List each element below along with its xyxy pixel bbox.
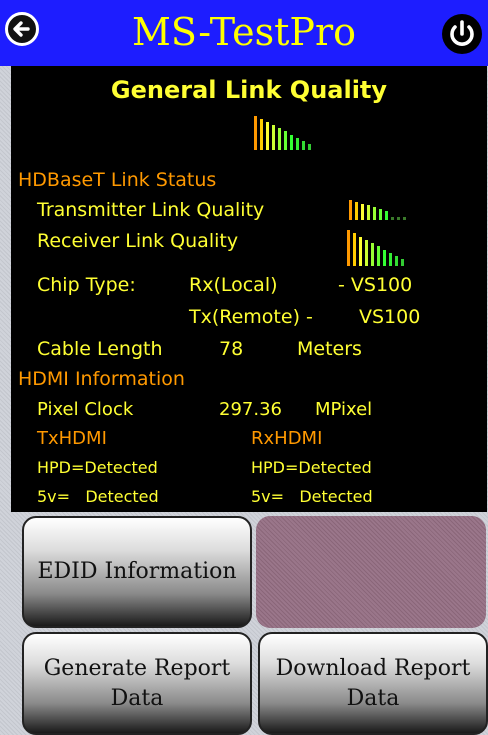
general-link-quality-meter — [254, 114, 354, 150]
tx-hpd-status: HPD=Detected — [37, 458, 158, 477]
status-panel: General Link Quality HDBaseT Link Status… — [11, 66, 487, 512]
chip-type-label: Chip Type: — [37, 274, 136, 296]
signal-bar — [365, 239, 368, 266]
signal-bar — [260, 119, 263, 150]
app-title: MS-TestPro — [131, 10, 357, 54]
signal-bar — [353, 233, 356, 266]
cable-length-label: Cable Length — [37, 338, 163, 360]
receiver-link-quality-meter — [347, 226, 447, 266]
tx-chip-value: VS100 — [359, 306, 421, 328]
signal-bar — [379, 209, 382, 220]
receiver-label: Receiver Link Quality — [37, 230, 239, 252]
signal-bar — [266, 122, 269, 150]
rx-hpd-status: HPD=Detected — [251, 458, 372, 477]
signal-bar — [403, 217, 406, 220]
tx-hdmi-heading: TxHDMI — [37, 428, 107, 449]
signal-bar — [361, 203, 364, 220]
signal-bar — [272, 125, 275, 150]
rx-chip-label: Rx(Local) — [189, 274, 278, 296]
signal-bar — [284, 131, 287, 150]
signal-bar — [278, 128, 281, 150]
signal-bar — [385, 210, 388, 220]
hdbaset-heading: HDBaseT Link Status — [18, 169, 217, 191]
hdmi-heading: HDMI Information — [18, 368, 185, 390]
signal-bar — [367, 205, 370, 220]
transmitter-label: Transmitter Link Quality — [37, 199, 265, 221]
rx-hdmi-heading: RxHDMI — [251, 428, 323, 449]
download-report-button[interactable]: Download Report Data — [258, 632, 488, 735]
signal-bar — [389, 252, 392, 266]
cable-length-value: 78 — [219, 338, 244, 360]
generate-report-button[interactable]: Generate Report Data — [22, 632, 252, 735]
signal-bar — [308, 143, 311, 150]
signal-bar — [401, 259, 404, 266]
signal-bar — [359, 236, 362, 266]
signal-bar — [254, 116, 257, 150]
cable-length-unit: Meters — [297, 338, 362, 360]
rx-chip-value: - VS100 — [338, 274, 413, 296]
signal-bar — [397, 217, 400, 220]
signal-bar — [290, 134, 293, 150]
signal-bar — [391, 217, 394, 220]
signal-bar — [355, 201, 358, 220]
pixel-clock-label: Pixel Clock — [37, 399, 134, 420]
power-icon — [450, 20, 474, 46]
power-button[interactable] — [442, 14, 482, 54]
signal-bar — [373, 207, 376, 220]
signal-bar — [349, 200, 352, 220]
signal-bar — [395, 256, 398, 266]
empty-button-slot — [256, 516, 486, 628]
signal-bar — [347, 230, 350, 266]
tx-chip-label: Tx(Remote) - — [189, 306, 313, 328]
signal-bar — [371, 243, 374, 266]
pixel-clock-unit: MPixel — [315, 399, 373, 420]
signal-bar — [296, 137, 299, 150]
title-bar: MS-TestPro — [0, 0, 488, 66]
signal-bar — [302, 140, 305, 150]
transmitter-link-quality-meter — [349, 196, 439, 220]
edid-information-button[interactable]: EDID Information — [22, 516, 252, 628]
tx-5v-status: 5v= Detected — [37, 487, 159, 506]
general-link-quality-label: General Link Quality — [110, 76, 388, 104]
rx-5v-status: 5v= Detected — [251, 487, 373, 506]
pixel-clock-value: 297.36 — [219, 399, 282, 420]
signal-bar — [383, 249, 386, 266]
signal-bar — [377, 246, 380, 266]
